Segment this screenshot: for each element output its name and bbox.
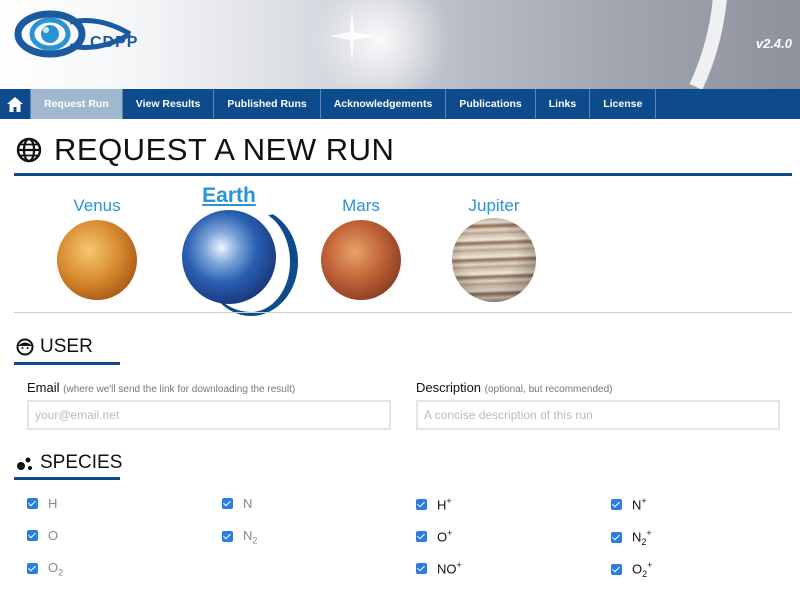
nav-publications[interactable]: Publications (446, 89, 536, 119)
species-h[interactable]: H (27, 496, 57, 511)
planet-venus-image[interactable] (57, 220, 137, 300)
page-title-text: REQUEST A NEW RUN (54, 132, 395, 167)
user-face-icon (16, 338, 34, 356)
species-n2-checkbox[interactable] (222, 531, 233, 543)
description-label: Description (optional, but recommended) (416, 380, 613, 395)
planet-venus-label[interactable]: Venus (56, 196, 138, 216)
species-n2-plus[interactable]: N2+ (611, 528, 652, 547)
species-no-plus[interactable]: NO+ (416, 560, 462, 576)
planet-jupiter[interactable]: Jupiter (451, 196, 537, 216)
planets-divider (14, 312, 792, 313)
species-o2-plus-checkbox[interactable] (611, 563, 622, 575)
species-n2-plus-label: N2+ (632, 528, 652, 547)
nav-acknowledgements[interactable]: Acknowledgements (321, 89, 447, 119)
description-label-text: Description (416, 380, 482, 395)
email-label-text: Email (27, 380, 60, 395)
version-label: v2.4.0 (755, 36, 792, 51)
species-h-label: H (48, 496, 58, 511)
species-n-plus-label: N+ (632, 496, 647, 513)
species-n2-plus-checkbox[interactable] (611, 531, 622, 543)
species-o-checkbox[interactable] (27, 530, 38, 541)
species-h-plus-label: H+ (437, 496, 452, 513)
title-divider (14, 173, 792, 176)
planet-mars-image[interactable] (321, 220, 401, 300)
species-n-plus[interactable]: N+ (611, 496, 647, 512)
user-section-title: USER (40, 336, 93, 357)
header-orbit-decoration (102, 0, 800, 89)
site-header: CDPP v2.4.0 (0, 0, 800, 89)
species-n-checkbox[interactable] (222, 498, 233, 509)
planet-jupiter-label[interactable]: Jupiter (451, 196, 537, 216)
planet-earth-image[interactable] (182, 210, 276, 304)
nav-home[interactable] (0, 89, 31, 119)
email-input[interactable] (27, 400, 391, 430)
globe-icon (16, 137, 42, 163)
species-section-heading: SPECIES (16, 452, 122, 474)
species-section-underline (14, 477, 120, 480)
species-o2-label: O2 (48, 560, 64, 578)
planet-mars[interactable]: Mars (321, 196, 401, 216)
species-o-plus-label: O+ (437, 528, 453, 545)
nav-license[interactable]: License (590, 89, 657, 119)
main-nav: Request Run View Results Published Runs … (0, 89, 800, 119)
species-h-plus-checkbox[interactable] (416, 498, 427, 510)
nav-request-run[interactable]: Request Run (31, 89, 123, 119)
species-o-plus-checkbox[interactable] (416, 530, 427, 542)
logo-text: CDPP (90, 34, 139, 51)
user-section-underline (14, 362, 120, 365)
species-n[interactable]: N (222, 496, 252, 511)
nav-view-results[interactable]: View Results (123, 89, 215, 119)
user-section-heading: USER (16, 336, 93, 358)
molecule-icon (17, 457, 32, 470)
planet-jupiter-image[interactable] (452, 218, 536, 302)
species-o2-plus[interactable]: O2+ (611, 560, 652, 579)
species-h-plus[interactable]: H+ (416, 496, 452, 512)
species-o2-plus-label: O2+ (632, 560, 653, 579)
page-title: REQUEST A NEW RUN (16, 132, 394, 168)
species-o2[interactable]: O2 (27, 560, 63, 578)
species-n-plus-checkbox[interactable] (611, 498, 622, 510)
nav-links[interactable]: Links (536, 89, 591, 119)
nav-published-runs[interactable]: Published Runs (214, 89, 321, 119)
species-section-title: SPECIES (40, 452, 123, 473)
species-o[interactable]: O (27, 528, 58, 543)
email-hint: (where we'll send the link for downloadi… (63, 384, 296, 395)
description-hint: (optional, but recommended) (484, 384, 613, 395)
star-decoration-icon (330, 8, 374, 64)
species-n2[interactable]: N2 (222, 528, 257, 546)
planet-venus[interactable]: Venus (56, 196, 138, 216)
species-no-plus-checkbox[interactable] (416, 562, 427, 574)
planet-earth-label[interactable]: Earth (186, 184, 272, 208)
species-o-plus[interactable]: O+ (416, 528, 452, 544)
home-icon (7, 96, 23, 112)
planet-earth[interactable]: Earth (186, 184, 272, 208)
description-input[interactable] (416, 400, 780, 430)
species-n-label: N (243, 496, 253, 511)
species-o2-checkbox[interactable] (27, 563, 38, 575)
species-h-checkbox[interactable] (27, 498, 38, 509)
species-n2-label: N2 (243, 528, 258, 546)
email-label: Email (where we'll send the link for dow… (27, 380, 295, 395)
species-no-plus-label: NO+ (437, 560, 462, 577)
species-o-label: O (48, 528, 59, 543)
planet-mars-label[interactable]: Mars (321, 196, 401, 216)
